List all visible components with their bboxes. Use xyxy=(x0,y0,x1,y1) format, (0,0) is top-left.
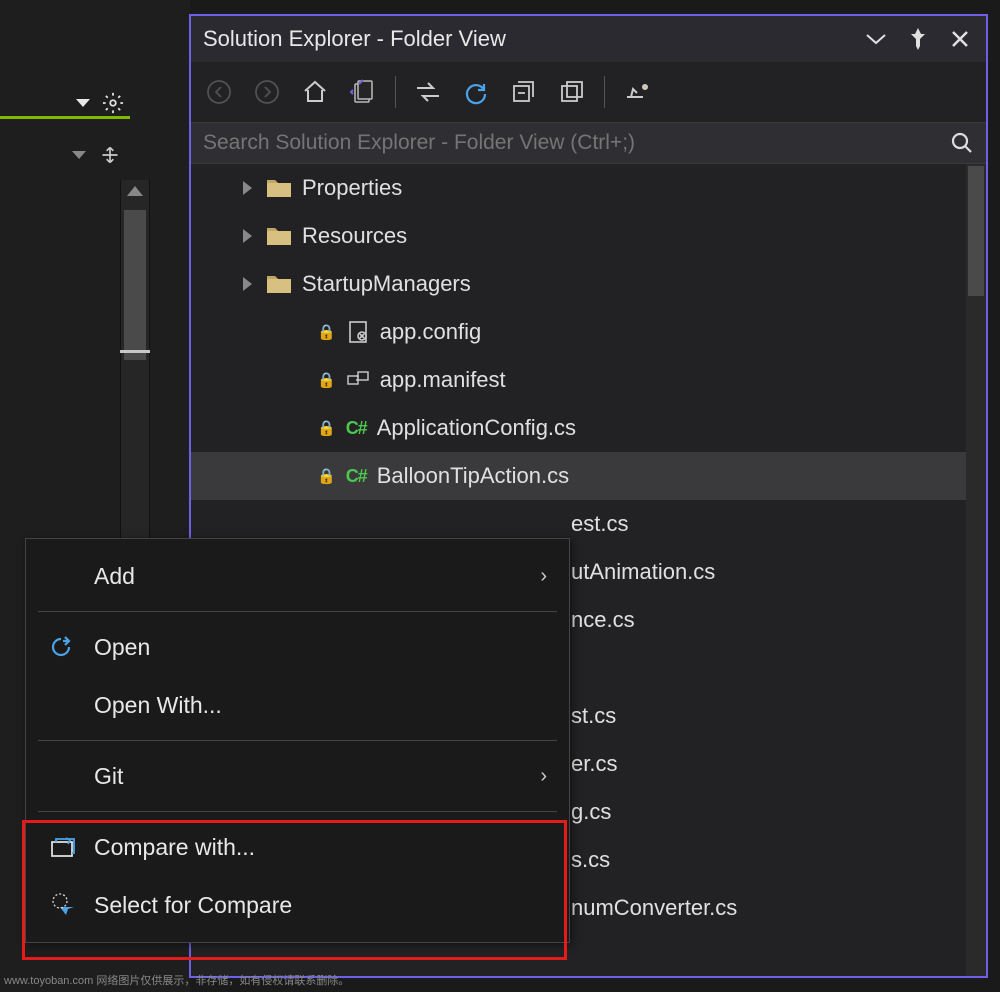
manifest-icon xyxy=(346,368,370,392)
menu-item-label: Open With... xyxy=(94,692,547,719)
tree-item-label: utAnimation.cs xyxy=(571,559,715,585)
context-menu-open-with[interactable]: Open With... xyxy=(26,676,569,734)
split-icon[interactable] xyxy=(100,145,120,165)
lock-icon: 🔒 xyxy=(317,371,336,389)
tree-folder-resources[interactable]: Resources xyxy=(191,212,966,260)
panel-titlebar: Solution Explorer - Folder View xyxy=(191,16,986,62)
tree-item-label: g.cs xyxy=(571,799,611,825)
context-menu-select-for-compare[interactable]: Select for Compare xyxy=(26,876,569,934)
lock-icon: 🔒 xyxy=(317,467,336,485)
context-menu-compare-with[interactable]: Compare with... xyxy=(26,818,569,876)
tree-item-label: s.cs xyxy=(571,847,610,873)
tree-item-label: est.cs xyxy=(571,511,628,537)
select-compare-icon xyxy=(48,893,78,917)
context-menu-add[interactable]: Add › xyxy=(26,547,569,605)
open-icon xyxy=(48,635,78,659)
window-dropdown-button[interactable] xyxy=(862,25,890,53)
folder-icon xyxy=(266,225,292,247)
submenu-arrow-icon: › xyxy=(540,765,547,788)
editor-accent-line xyxy=(0,116,130,119)
tree-folder-properties[interactable]: Properties xyxy=(191,164,966,212)
tree-item-label: numConverter.cs xyxy=(571,895,737,921)
watermark-text: www.toyoban.com 网络图片仅供展示，非存储，如有侵权请联系删除。 xyxy=(4,972,349,988)
nav-back-button[interactable] xyxy=(199,72,239,112)
tree-file-applicationconfig[interactable]: 🔒 C# ApplicationConfig.cs xyxy=(191,404,966,452)
menu-item-label: Git xyxy=(94,763,524,790)
tree-item-label: app.config xyxy=(380,319,482,345)
folder-icon xyxy=(266,177,292,199)
menu-item-label: Open xyxy=(94,634,547,661)
search-input[interactable] xyxy=(203,131,950,155)
chevron-down-icon[interactable] xyxy=(72,151,86,159)
toolbar-separator xyxy=(395,76,396,108)
menu-item-label: Add xyxy=(94,563,524,590)
tree-item-label: ApplicationConfig.cs xyxy=(377,415,576,441)
tree-item-label: app.manifest xyxy=(380,367,506,393)
home-button[interactable] xyxy=(295,72,335,112)
nav-forward-button[interactable] xyxy=(247,72,287,112)
menu-separator xyxy=(38,611,557,612)
editor-split-control xyxy=(0,135,130,175)
menu-separator xyxy=(38,740,557,741)
scrollbar-mark xyxy=(120,350,150,353)
lock-icon: 🔒 xyxy=(317,419,336,437)
panel-title: Solution Explorer - Folder View xyxy=(203,26,848,52)
search-icon[interactable] xyxy=(950,131,974,155)
toolbar-separator xyxy=(604,76,605,108)
tree-scrollbar-track[interactable] xyxy=(966,164,986,976)
expand-arrow-icon[interactable] xyxy=(243,181,252,195)
tree-item-label: nce.cs xyxy=(571,607,635,633)
menu-separator xyxy=(38,811,557,812)
tree-folder-startupmanagers[interactable]: StartupManagers xyxy=(191,260,966,308)
expand-arrow-icon[interactable] xyxy=(243,277,252,291)
context-menu: Add › Open Open With... Git › Compare wi… xyxy=(25,538,570,943)
menu-item-label: Compare with... xyxy=(94,834,547,861)
csharp-icon: C# xyxy=(346,466,367,487)
switch-views-button[interactable] xyxy=(343,72,383,112)
context-menu-git[interactable]: Git › xyxy=(26,747,569,805)
gear-icon[interactable] xyxy=(102,92,124,114)
config-icon xyxy=(346,320,370,344)
menu-item-label: Select for Compare xyxy=(94,892,547,919)
pin-button[interactable] xyxy=(904,25,932,53)
chevron-down-icon[interactable] xyxy=(76,99,90,107)
panel-toolbar xyxy=(191,62,986,122)
close-button[interactable] xyxy=(946,25,974,53)
search-bar[interactable] xyxy=(191,122,986,164)
tree-item-label: StartupManagers xyxy=(302,271,471,297)
tree-file-app-manifest[interactable]: 🔒 app.manifest xyxy=(191,356,966,404)
tree-item-label: BalloonTipAction.cs xyxy=(377,463,569,489)
lock-icon: 🔒 xyxy=(317,323,336,341)
tree-item-label: Resources xyxy=(302,223,407,249)
expand-arrow-icon[interactable] xyxy=(243,229,252,243)
editor-topbar xyxy=(0,88,130,118)
tree-item-label: st.cs xyxy=(571,703,616,729)
tree-scrollbar-thumb[interactable] xyxy=(968,166,984,296)
compare-icon xyxy=(48,836,78,858)
tree-item-label: Properties xyxy=(302,175,402,201)
tree-item-label: er.cs xyxy=(571,751,617,777)
editor-scrollbar-thumb[interactable] xyxy=(124,210,146,360)
csharp-icon: C# xyxy=(346,418,367,439)
submenu-arrow-icon: › xyxy=(540,565,547,588)
sync-button[interactable] xyxy=(408,72,448,112)
folder-icon xyxy=(266,273,292,295)
context-menu-open[interactable]: Open xyxy=(26,618,569,676)
tree-file-app-config[interactable]: 🔒 app.config xyxy=(191,308,966,356)
show-all-files-button[interactable] xyxy=(552,72,592,112)
tree-file-balloontipaction[interactable]: 🔒 C# BalloonTipAction.cs xyxy=(191,452,966,500)
refresh-button[interactable] xyxy=(456,72,496,112)
properties-button[interactable] xyxy=(617,72,657,112)
collapse-all-button[interactable] xyxy=(504,72,544,112)
scrollbar-up-arrow-icon[interactable] xyxy=(127,186,143,196)
